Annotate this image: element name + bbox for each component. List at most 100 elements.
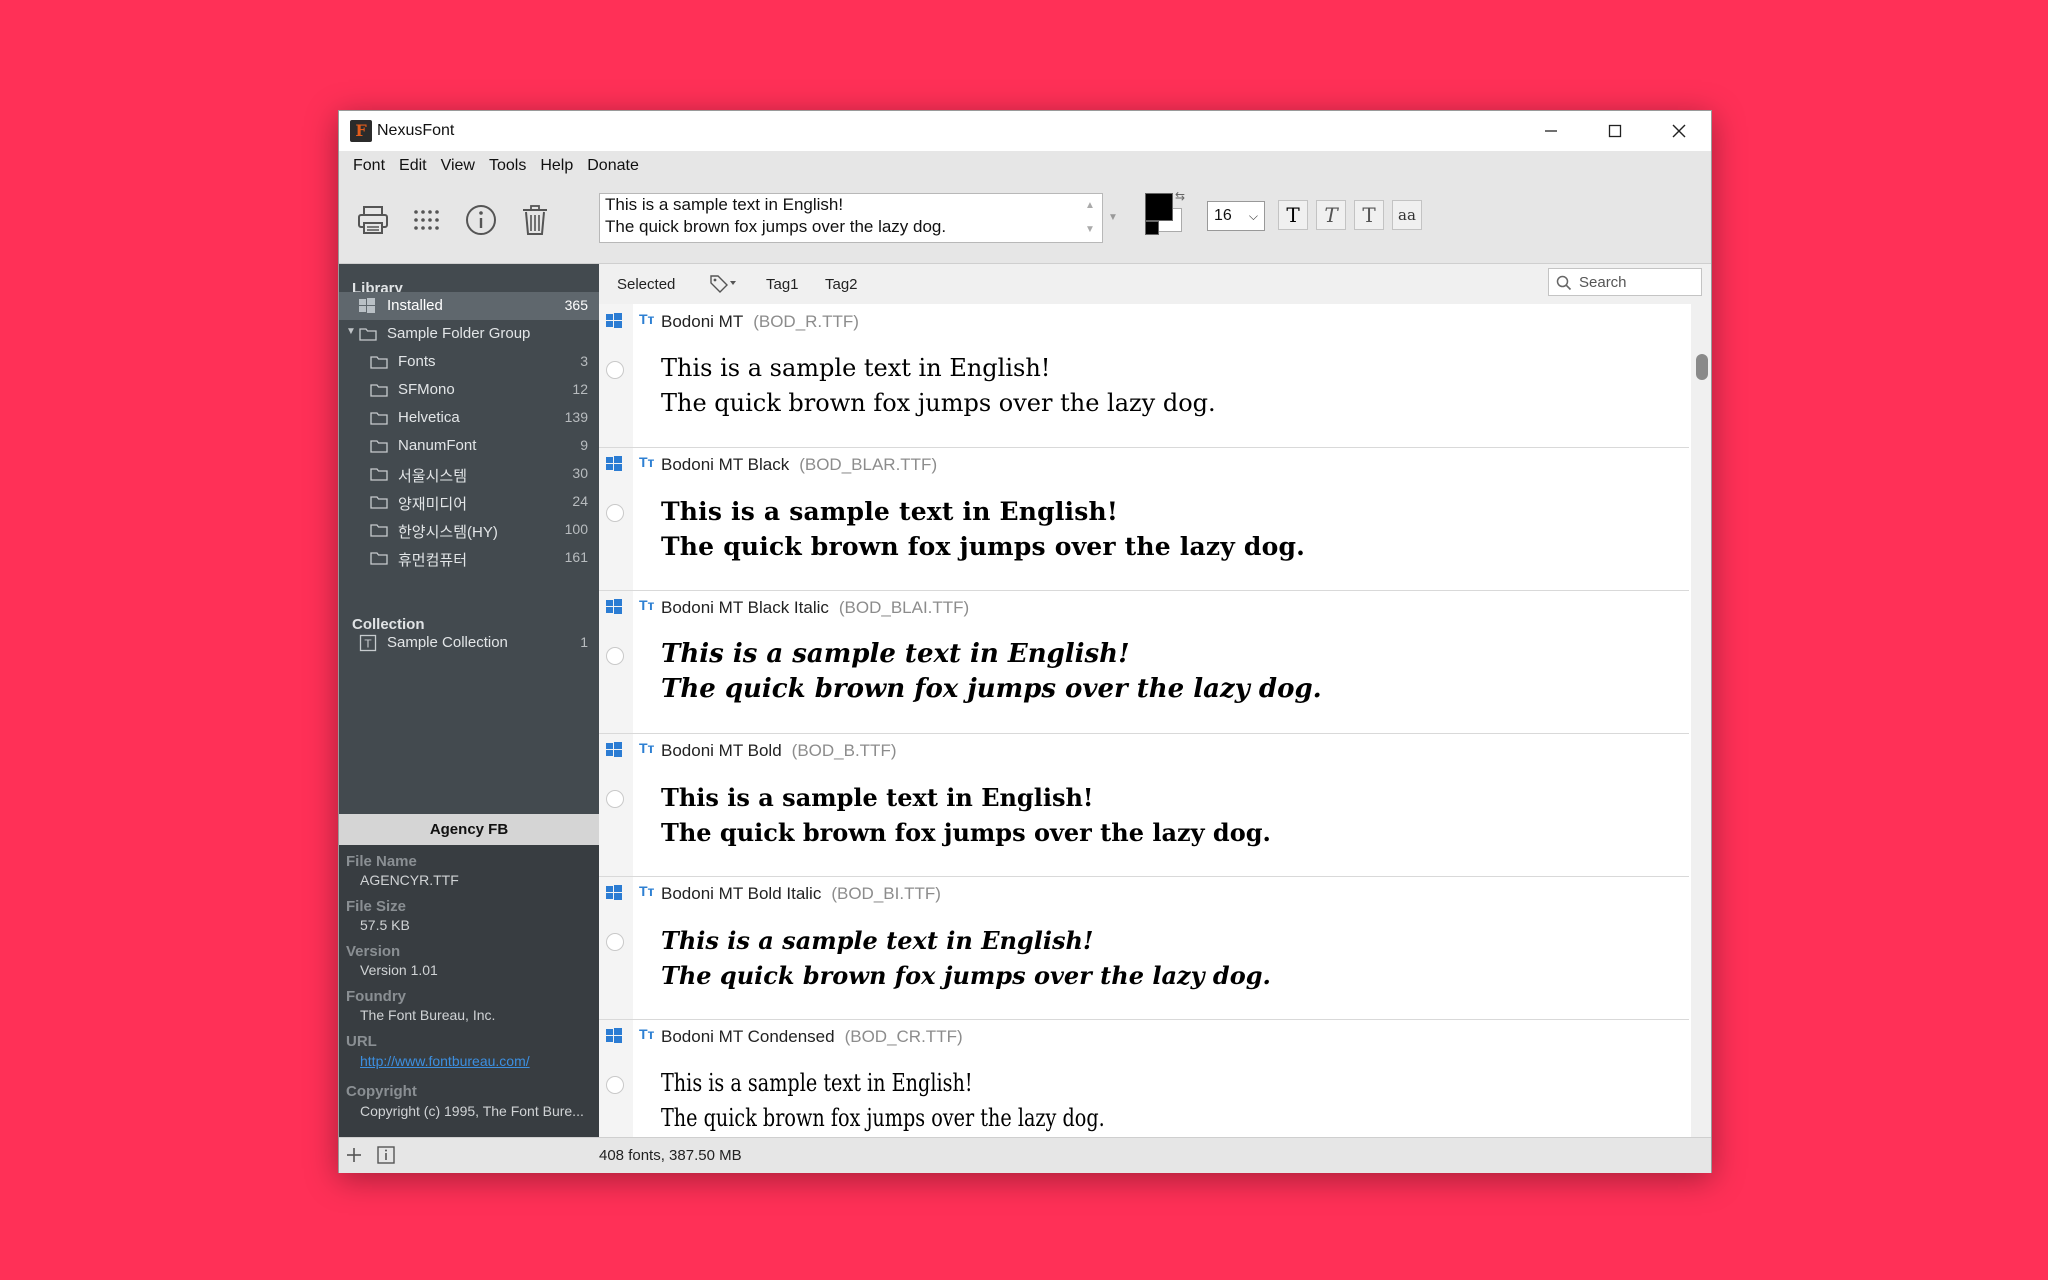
select-radio[interactable] bbox=[606, 504, 624, 522]
select-radio[interactable] bbox=[606, 933, 624, 951]
sidebar-item-count: 24 bbox=[572, 493, 588, 509]
sidebar-item-count: 12 bbox=[572, 381, 588, 397]
preview-line-1: This is a sample text in English! bbox=[661, 497, 1119, 526]
folder-icon bbox=[370, 353, 388, 371]
search-input[interactable]: Search bbox=[1548, 268, 1702, 296]
font-family-name: Bodoni MT bbox=[661, 312, 744, 331]
sidebar-item-sample-folder-group[interactable]: ▼ Sample Folder Group bbox=[339, 320, 599, 348]
maximize-button[interactable] bbox=[1583, 111, 1647, 151]
preview-line-2: The quick brown fox jumps over the lazy … bbox=[661, 818, 1271, 847]
minimize-button[interactable] bbox=[1519, 111, 1583, 151]
list-scrollbar[interactable] bbox=[1691, 304, 1711, 1137]
truetype-icon: Tт bbox=[639, 740, 655, 756]
font-list: Tт Bodoni MT (BOD_R.TTF) This is a sample… bbox=[599, 304, 1711, 1137]
italic-style-button[interactable]: T bbox=[1316, 200, 1346, 230]
tag-1[interactable]: Tag1 bbox=[766, 276, 799, 293]
font-entry-bodoni-mt-condensed[interactable]: Tт Bodoni MT Condensed (BOD_CR.TTF) This … bbox=[599, 1019, 1689, 1137]
sidebar-item-human-computer[interactable]: 휴먼컴퓨터 161 bbox=[339, 544, 599, 572]
regular-style-button[interactable]: T bbox=[1278, 200, 1308, 230]
file-name-value: AGENCYR.TTF bbox=[360, 872, 459, 888]
font-family-name: Bodoni MT Black Italic bbox=[661, 598, 829, 617]
foreground-color-swatch[interactable] bbox=[1145, 193, 1173, 221]
grid-icon bbox=[414, 210, 439, 230]
sidebar-item-nanumfont[interactable]: NanumFont 9 bbox=[339, 432, 599, 460]
collection-icon: T bbox=[359, 634, 377, 652]
sidebar-item-helvetica[interactable]: Helvetica 139 bbox=[339, 404, 599, 432]
sidebar-item-hanyang-system[interactable]: 한양시스템(HY) 100 bbox=[339, 516, 599, 544]
sidebar-item-sample-collection[interactable]: T Sample Collection 1 bbox=[339, 629, 599, 657]
font-name: Bodoni MT Bold (BOD_B.TTF) bbox=[661, 741, 897, 761]
info-button[interactable] bbox=[464, 203, 498, 237]
sample-history-dropdown[interactable]: ▼ bbox=[1106, 193, 1120, 243]
menu-help[interactable]: Help bbox=[533, 151, 580, 181]
truetype-icon: Tт bbox=[639, 454, 655, 470]
preview-line-2: The quick brown fox jumps over the lazy … bbox=[661, 1104, 1105, 1132]
delete-button[interactable] bbox=[518, 203, 552, 237]
font-entry-bodoni-mt[interactable]: Tт Bodoni MT (BOD_R.TTF) This is a sample… bbox=[599, 304, 1689, 448]
sample-text-line-1: This is a sample text in English! bbox=[605, 195, 844, 214]
preview-line-2: The quick brown fox jumps over the lazy … bbox=[661, 532, 1306, 561]
folder-icon bbox=[370, 493, 388, 511]
menu-font[interactable]: Font bbox=[346, 151, 392, 181]
regular-style-label: T bbox=[1286, 203, 1300, 227]
select-radio[interactable] bbox=[606, 647, 624, 665]
sidebar-item-sfmono[interactable]: SFMono 12 bbox=[339, 376, 599, 404]
swap-colors-icon[interactable]: ⇆ bbox=[1175, 189, 1185, 203]
font-name: Bodoni MT Black (BOD_BLAR.TTF) bbox=[661, 455, 937, 475]
tag-2[interactable]: Tag2 bbox=[825, 276, 858, 293]
windows-icon bbox=[606, 742, 622, 757]
url-link[interactable]: http://www.fontbureau.com/ bbox=[360, 1053, 592, 1069]
truetype-icon: Tт bbox=[639, 311, 655, 327]
font-preview: This is a sample text in English! The qu… bbox=[661, 1066, 1105, 1136]
menu-donate[interactable]: Donate bbox=[580, 151, 646, 181]
expand-arrow-icon: ▼ bbox=[346, 326, 356, 337]
sidebar-item-count: 30 bbox=[572, 465, 588, 481]
font-entry-bodoni-mt-bold-italic[interactable]: Tт Bodoni MT Bold Italic (BOD_BI.TTF) Thi… bbox=[599, 876, 1689, 1020]
sample-text-scrollbar[interactable]: ▲ ▼ bbox=[1078, 194, 1102, 242]
add-button[interactable] bbox=[344, 1145, 364, 1165]
copyright-label: Copyright bbox=[346, 1083, 417, 1100]
font-name: Bodoni MT Bold Italic (BOD_BI.TTF) bbox=[661, 884, 941, 904]
font-size-select[interactable]: 16 ⌵ bbox=[1207, 201, 1265, 231]
sidebar-item-count: 1 bbox=[580, 634, 588, 650]
sample-text-input[interactable]: This is a sample text in English! The qu… bbox=[599, 193, 1103, 243]
sidebar-item-label: Installed bbox=[387, 297, 443, 314]
sidebar-item-yangjae-media[interactable]: 양재미디어 24 bbox=[339, 488, 599, 516]
sidebar-item-installed[interactable]: Installed 365 bbox=[339, 292, 599, 320]
menu-view[interactable]: View bbox=[434, 151, 482, 181]
menu-edit[interactable]: Edit bbox=[392, 151, 434, 181]
title-bar: F NexusFont bbox=[339, 111, 1711, 151]
tag-icon bbox=[710, 275, 736, 293]
sidebar-item-seoul-system[interactable]: 서울시스템 30 bbox=[339, 460, 599, 488]
menu-tools[interactable]: Tools bbox=[482, 151, 533, 181]
search-icon bbox=[1556, 275, 1572, 291]
tag-menu-button[interactable] bbox=[709, 273, 737, 297]
preview-line-1: This is a sample text in English! bbox=[661, 926, 1094, 955]
font-preview: This is a sample text in English! The qu… bbox=[661, 494, 1305, 564]
print-button[interactable] bbox=[356, 203, 390, 237]
select-radio[interactable] bbox=[606, 361, 624, 379]
select-radio[interactable] bbox=[606, 1076, 624, 1094]
case-toggle-label: aa bbox=[1398, 206, 1416, 224]
foundry-value: The Font Bureau, Inc. bbox=[360, 1007, 496, 1023]
reset-colors-icon[interactable] bbox=[1145, 221, 1159, 235]
info-panel-toggle[interactable] bbox=[376, 1145, 396, 1165]
grid-view-button[interactable] bbox=[410, 203, 444, 237]
case-toggle-button[interactable]: aa bbox=[1392, 200, 1422, 230]
font-entry-bodoni-mt-bold[interactable]: Tт Bodoni MT Bold (BOD_B.TTF) This is a s… bbox=[599, 733, 1689, 877]
sidebar-item-label: Sample Folder Group bbox=[387, 325, 531, 342]
font-entry-bodoni-mt-black[interactable]: Tт Bodoni MT Black (BOD_BLAR.TTF) This is… bbox=[599, 447, 1689, 591]
sidebar-item-fonts[interactable]: Fonts 3 bbox=[339, 348, 599, 376]
preview-line-1: This is a sample text in English! bbox=[661, 1069, 973, 1097]
bold-style-button[interactable]: T bbox=[1354, 200, 1384, 230]
plus-icon bbox=[347, 1148, 361, 1162]
folder-icon bbox=[359, 325, 377, 343]
font-entry-bodoni-mt-black-italic[interactable]: Tт Bodoni MT Black Italic (BOD_BLAI.TTF) … bbox=[599, 590, 1689, 734]
scrollbar-thumb[interactable] bbox=[1696, 354, 1708, 380]
printer-icon bbox=[358, 206, 388, 234]
select-radio[interactable] bbox=[606, 790, 624, 808]
tab-selected[interactable]: Selected bbox=[617, 276, 675, 293]
close-button[interactable] bbox=[1647, 111, 1711, 151]
folder-icon bbox=[370, 465, 388, 483]
preview-line-1: This is a sample text in English! bbox=[661, 783, 1094, 812]
